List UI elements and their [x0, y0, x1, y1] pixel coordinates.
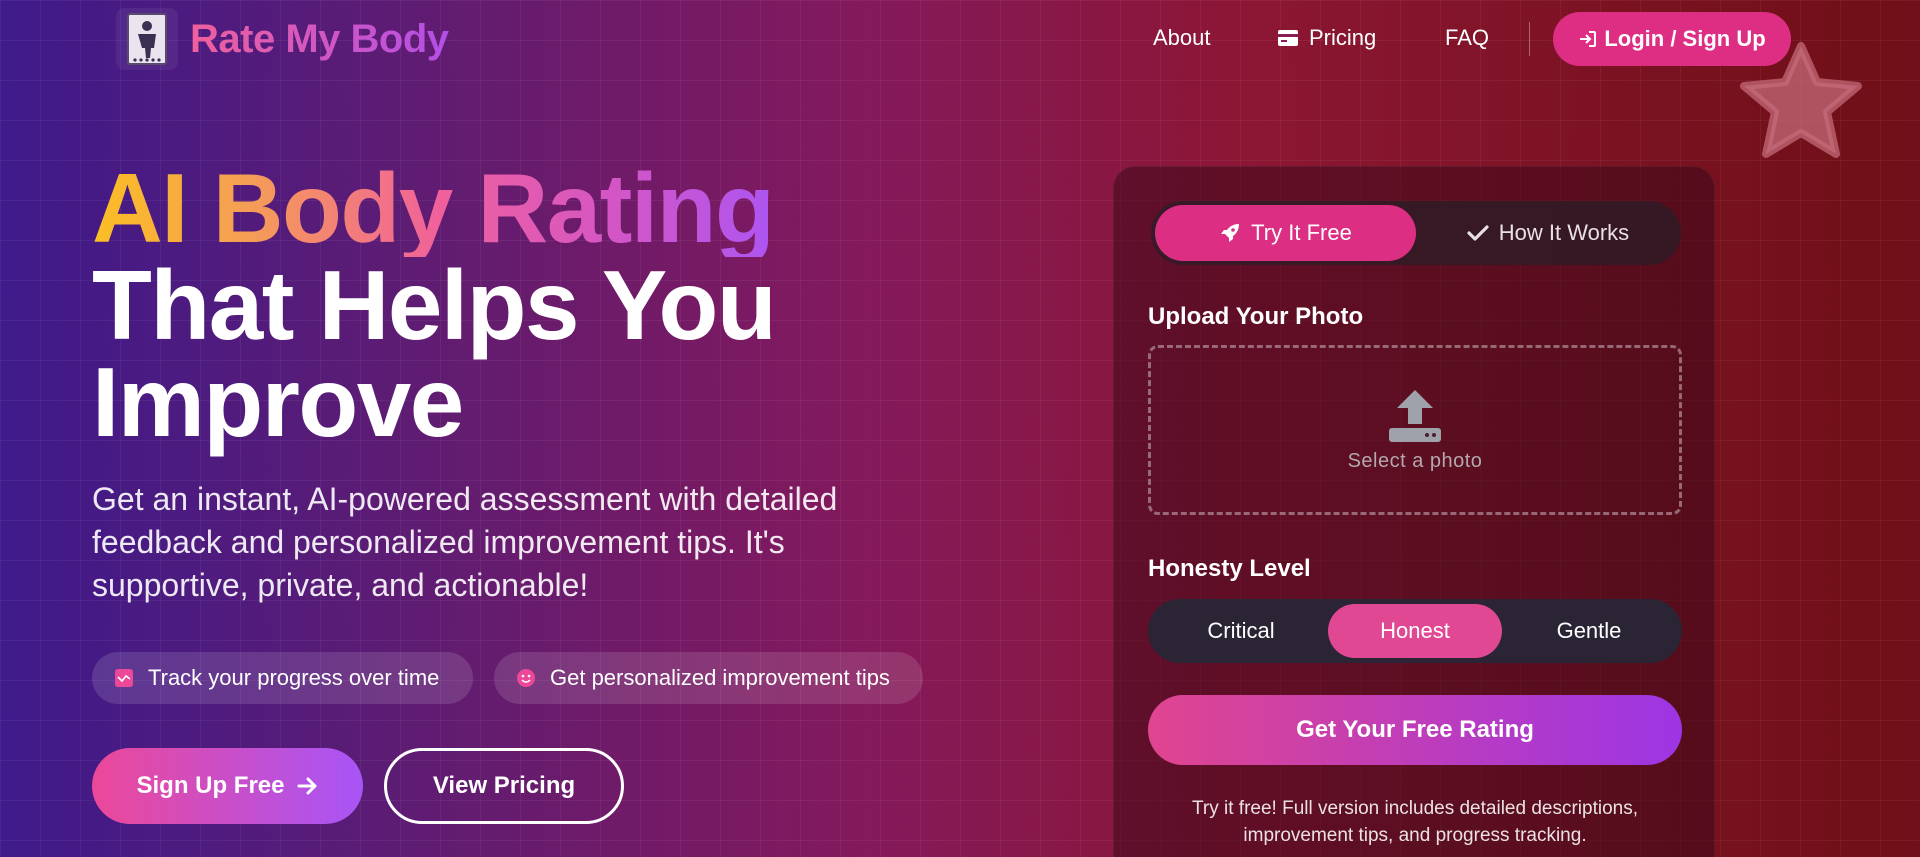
- feature-pill-label: Get personalized improvement tips: [550, 665, 890, 690]
- check-icon: [1467, 225, 1489, 241]
- nav-about-link[interactable]: About: [1153, 25, 1211, 51]
- photo-upload-dropzone[interactable]: Select a photo: [1148, 345, 1682, 515]
- rocket-icon: [1221, 224, 1240, 242]
- card-tabs: Try It Free How It Works: [1151, 201, 1681, 265]
- hero-subtitle: Get an instant, AI-powered assessment wi…: [92, 481, 838, 603]
- hero-title-line3: Improve: [92, 347, 464, 457]
- free-trial-note: Try it free! Full version includes detai…: [1192, 798, 1638, 846]
- hero-title: AI Body Rating That Helps You Improve: [92, 159, 792, 457]
- brand[interactable]: Rate My Body: [116, 8, 449, 70]
- sign-up-free-label: Sign Up Free: [136, 772, 285, 799]
- nav-pricing-label: Pricing: [1309, 25, 1377, 50]
- rating-card: Try It Free How It Works Upload Your Pho…: [1113, 166, 1715, 857]
- upload-icon: [1389, 389, 1441, 442]
- tab-how-it-works[interactable]: How It Works: [1419, 205, 1677, 261]
- chart-icon: [114, 668, 134, 688]
- credit-card-icon: [1278, 30, 1298, 46]
- upload-label: Upload Your Photo: [1148, 303, 1364, 330]
- honesty-option-gentle[interactable]: Gentle: [1502, 604, 1676, 658]
- view-pricing-button[interactable]: View Pricing: [384, 748, 624, 824]
- arrow-right-icon: [297, 777, 317, 795]
- honesty-option-critical[interactable]: Critical: [1154, 604, 1328, 658]
- feature-pill-progress: Track your progress over time: [92, 652, 473, 704]
- logo-icon: [116, 8, 178, 70]
- smile-icon: [516, 668, 536, 688]
- tab-try-it-free[interactable]: Try It Free: [1155, 205, 1416, 261]
- sign-in-icon: [1580, 31, 1597, 47]
- honesty-option-honest[interactable]: Honest: [1328, 604, 1502, 658]
- hero-title-line2: That Helps You: [92, 250, 777, 360]
- hero-title-highlight: AI Body Rating: [92, 159, 792, 257]
- sign-up-free-button[interactable]: Sign Up Free: [92, 748, 363, 824]
- honesty-selector: Critical Honest Gentle: [1148, 599, 1682, 663]
- tab-try-label: Try It Free: [1251, 220, 1352, 245]
- nav-pricing-link[interactable]: Pricing: [1277, 25, 1376, 51]
- tab-how-label: How It Works: [1498, 220, 1630, 245]
- nav-divider: [1529, 22, 1530, 56]
- get-free-rating-button[interactable]: Get Your Free Rating: [1148, 695, 1682, 765]
- feature-pill-label: Track your progress over time: [148, 665, 440, 690]
- brand-name: Rate My Body: [190, 16, 449, 61]
- top-nav: Rate My Body About Pricing FAQ Login / S…: [0, 0, 1920, 80]
- nav-faq-link[interactable]: FAQ: [1445, 25, 1489, 51]
- honesty-label: Honesty Level: [1148, 555, 1311, 582]
- star-icon: [1740, 42, 1862, 158]
- upload-text: Select a photo: [1347, 449, 1483, 472]
- feature-pill-tips: Get personalized improvement tips: [494, 652, 923, 704]
